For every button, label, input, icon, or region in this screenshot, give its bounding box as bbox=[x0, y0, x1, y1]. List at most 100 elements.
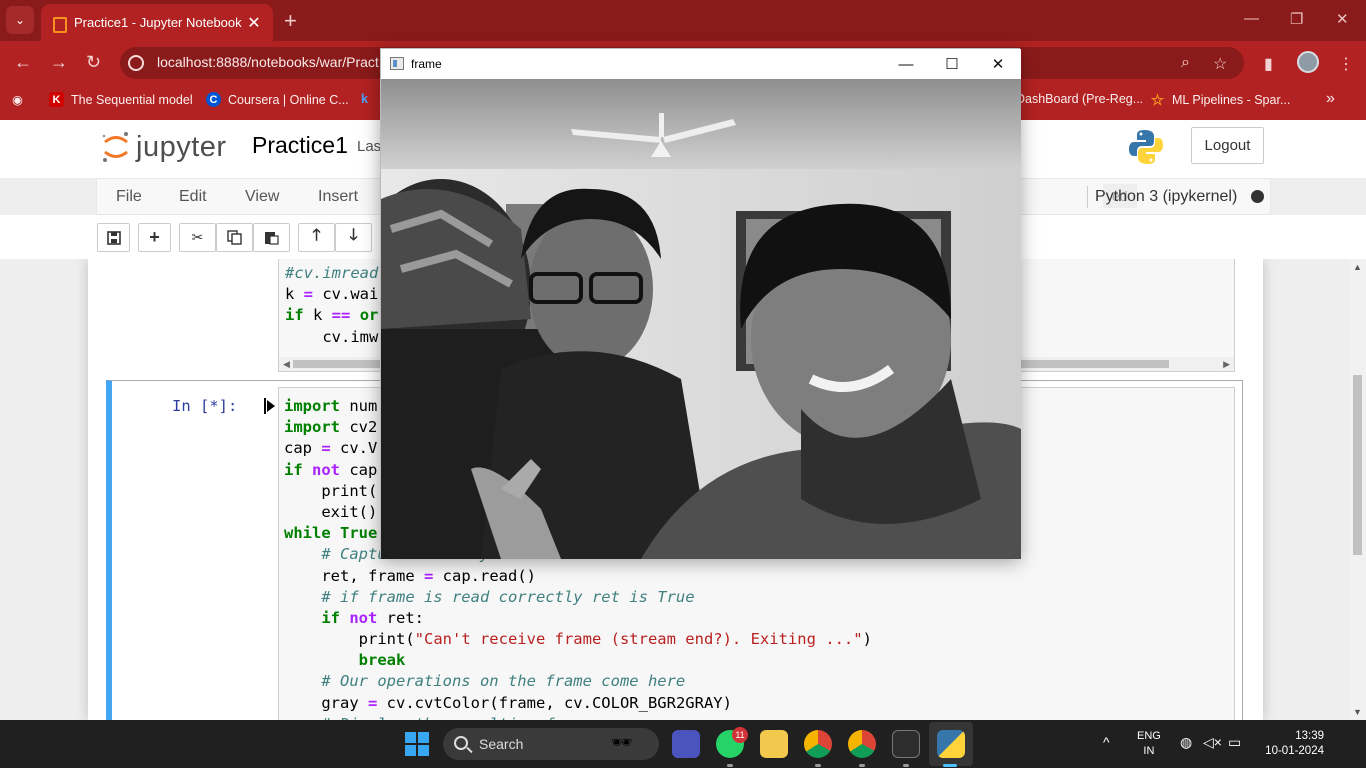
frame-minimize-button[interactable]: — bbox=[883, 53, 929, 75]
frame-close-button[interactable]: ✕ bbox=[975, 53, 1021, 75]
code-token: if bbox=[285, 306, 304, 325]
code-token: cap.read() bbox=[433, 566, 536, 585]
menu-edit[interactable]: Edit bbox=[179, 188, 207, 206]
bookmark-partial-kaggle[interactable]: k bbox=[361, 92, 368, 106]
bookmark-sequential-model[interactable]: K The Sequential model bbox=[49, 92, 193, 107]
code-line[interactable]: cv.imw bbox=[285, 327, 378, 348]
window-minimize-button[interactable]: — bbox=[1244, 10, 1259, 27]
code-line[interactable]: # Our operations on the frame come here bbox=[284, 671, 872, 692]
terminal-icon[interactable] bbox=[892, 730, 920, 758]
code-token: cap bbox=[340, 460, 378, 479]
file-explorer-icon[interactable] bbox=[760, 730, 788, 758]
battery-icon[interactable]: ▭ bbox=[1228, 734, 1241, 751]
scroll-down-icon[interactable]: ▼ bbox=[1353, 707, 1362, 717]
code-token: "Can't receive frame (stream end?). Exit… bbox=[414, 630, 863, 649]
frame-window-titlebar[interactable]: frame — ☐ ✕ bbox=[381, 49, 1021, 79]
tab-close-icon[interactable]: ✕ bbox=[245, 13, 263, 33]
browser-tab-active[interactable]: Practice1 - Jupyter Notebook ✕ bbox=[41, 4, 273, 41]
address-url[interactable]: localhost:8888/notebooks/war/Pract bbox=[157, 54, 379, 70]
forward-arrow-icon[interactable]: → bbox=[50, 52, 68, 73]
site-info-icon[interactable] bbox=[128, 55, 144, 71]
code-token: cv.V bbox=[330, 439, 378, 458]
bookmark-star-icon[interactable]: ☆ bbox=[1213, 54, 1227, 74]
jupyter-favicon-icon bbox=[51, 16, 67, 33]
window-close-button[interactable]: ✕ bbox=[1336, 10, 1349, 28]
zoom-icon[interactable]: ⌕ bbox=[1181, 54, 1190, 72]
apps-globe-icon[interactable]: ◉ bbox=[12, 92, 23, 107]
jupyter-logo-icon[interactable] bbox=[101, 130, 131, 164]
bookmark-label: ML Pipelines - Spar... bbox=[1172, 92, 1291, 107]
system-clock[interactable]: 13:39 10-01-2024 bbox=[1258, 729, 1324, 759]
scissors-icon: ✂ bbox=[191, 229, 204, 245]
region-code: IN bbox=[1143, 745, 1155, 757]
side-panel-icon[interactable]: ▮ bbox=[1264, 54, 1273, 74]
profile-avatar[interactable] bbox=[1297, 51, 1319, 73]
reload-icon[interactable]: ↻ bbox=[86, 52, 101, 73]
kernel-name[interactable]: Python 3 (ipykernel) bbox=[1095, 188, 1237, 206]
menu-view[interactable]: View bbox=[245, 188, 279, 206]
frame-maximize-button[interactable]: ☐ bbox=[929, 53, 975, 75]
code-line[interactable]: k = cv.wai bbox=[285, 284, 378, 305]
show-hidden-icons-chevron-icon[interactable]: ^ bbox=[1103, 734, 1110, 750]
code-token: True bbox=[340, 524, 378, 543]
code-token: exit() bbox=[284, 502, 378, 521]
save-icon bbox=[106, 230, 121, 245]
chevron-down-icon: ⌄ bbox=[14, 13, 26, 27]
clock-date: 10-01-2024 bbox=[1265, 745, 1324, 757]
insert-cell-button[interactable]: + bbox=[138, 223, 171, 252]
scrollbar-thumb[interactable] bbox=[1353, 375, 1362, 555]
keras-favicon-icon: K bbox=[49, 92, 64, 107]
code-line[interactable]: break bbox=[284, 650, 872, 671]
bookmark-coursera[interactable]: C Coursera | Online C... bbox=[206, 92, 349, 107]
scroll-right-icon[interactable]: ▶ bbox=[1223, 359, 1230, 370]
code-token: if bbox=[321, 608, 340, 627]
move-up-button[interactable]: 🡑 bbox=[298, 223, 335, 252]
menu-file[interactable]: File bbox=[116, 188, 142, 206]
chrome-profile-a-icon[interactable] bbox=[804, 730, 832, 758]
code-line[interactable]: ret, frame = cap.read() bbox=[284, 566, 872, 587]
code-line[interactable]: if k == or bbox=[285, 305, 378, 326]
taskbar-search[interactable]: Search 🕶 bbox=[443, 728, 659, 760]
teams-meet-icon[interactable] bbox=[672, 730, 700, 758]
cell-1-code[interactable]: #cv.imread k = cv.wai if k == or cv.imw bbox=[285, 263, 378, 348]
window-restore-button[interactable]: ❐ bbox=[1290, 10, 1303, 28]
input-language[interactable]: ENG IN bbox=[1137, 729, 1161, 759]
cut-cell-button[interactable]: ✂ bbox=[179, 223, 216, 252]
logout-button[interactable]: Logout bbox=[1191, 127, 1264, 164]
code-token: ) bbox=[862, 630, 872, 649]
code-line[interactable]: if not ret: bbox=[284, 608, 872, 629]
scroll-up-icon[interactable]: ▲ bbox=[1353, 262, 1362, 272]
volume-muted-icon[interactable]: ◁× bbox=[1203, 734, 1222, 751]
scroll-left-icon[interactable]: ◀ bbox=[283, 359, 290, 370]
arrow-up-icon: 🡑 bbox=[312, 227, 321, 244]
python-app-icon[interactable] bbox=[937, 730, 965, 758]
save-button[interactable] bbox=[97, 223, 130, 252]
code-line[interactable]: gray = cv.cvtColor(frame, cv.COLOR_BGR2G… bbox=[284, 693, 872, 714]
bookmark-dashboard[interactable]: DashBoard (Pre-Reg... bbox=[1016, 92, 1143, 106]
windows-start-icon[interactable] bbox=[405, 732, 429, 756]
code-token: print( bbox=[284, 630, 415, 649]
opencv-frame-window[interactable]: frame — ☐ ✕ bbox=[380, 48, 1021, 559]
tab-search-button[interactable]: ⌄ bbox=[6, 6, 34, 34]
page-vertical-scrollbar[interactable]: ▲ ▼ bbox=[1349, 259, 1366, 720]
copy-cell-button[interactable] bbox=[216, 223, 253, 252]
paste-cell-button[interactable] bbox=[253, 223, 290, 252]
move-down-button[interactable]: 🡓 bbox=[335, 223, 372, 252]
last-saved-text: Las bbox=[357, 138, 382, 155]
jupyter-wordmark[interactable]: jupyter bbox=[136, 131, 227, 164]
code-line[interactable]: print("Can't receive frame (stream end?)… bbox=[284, 629, 872, 650]
browser-menu-icon[interactable]: ⋮ bbox=[1338, 54, 1354, 74]
code-line[interactable]: #cv.imread bbox=[285, 263, 378, 284]
chrome-profile-b-icon[interactable] bbox=[848, 730, 876, 758]
notebook-name[interactable]: Practice1 bbox=[252, 132, 348, 159]
network-globe-icon[interactable]: ◍ bbox=[1180, 734, 1192, 751]
bookmark-ml-pipelines[interactable]: ☆ ML Pipelines - Spar... bbox=[1150, 92, 1291, 109]
menu-insert[interactable]: Insert bbox=[318, 188, 358, 206]
new-tab-button[interactable]: + bbox=[284, 8, 297, 34]
code-line[interactable]: # if frame is read correctly ret is True bbox=[284, 587, 872, 608]
more-bookmarks-icon[interactable]: » bbox=[1326, 90, 1335, 108]
back-arrow-icon[interactable]: ← bbox=[14, 52, 32, 73]
